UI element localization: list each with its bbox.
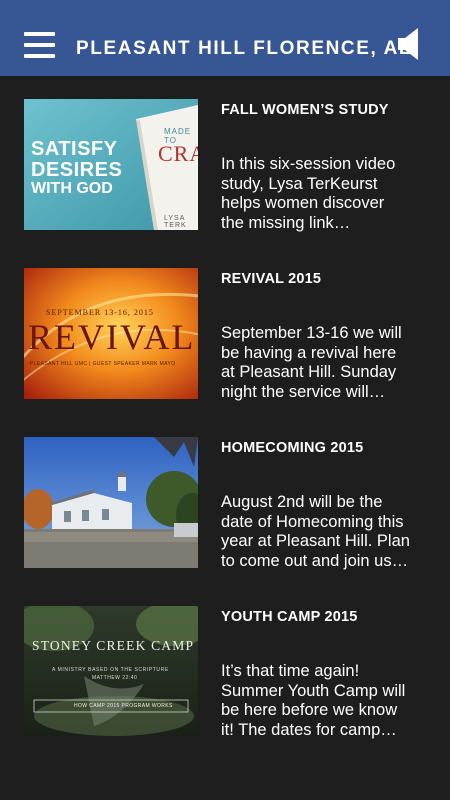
thumb-subtitle: A MINISTRY BASED ON THE SCRIPTURE — [52, 667, 169, 673]
page-title: PLEASANT HILL FLORENCE, AL — [76, 38, 413, 59]
thumb-heading: WITH GOD — [31, 180, 113, 197]
list-item[interactable]: STONEY CREEK CAMP A MINISTRY BASED ON TH… — [0, 606, 450, 756]
post-thumbnail: SEPTEMBER 13-16, 2015 REVIVAL PLEASANT H… — [24, 268, 198, 399]
post-excerpt: It’s that time again! Summer Youth Camp … — [221, 662, 406, 739]
thumb-heading: DESIRES — [31, 159, 123, 181]
post-title: REVIVAL 2015 — [221, 271, 322, 287]
post-thumbnail: STONEY CREEK CAMP A MINISTRY BASED ON TH… — [24, 606, 198, 737]
post-excerpt: In this six-session video study, Lysa Te… — [221, 155, 396, 232]
post-excerpt: September 13-16 we will be having a revi… — [221, 324, 402, 401]
post-list: SATISFY DESIRES WITH GOD MADE TO CRAV LY… — [0, 76, 450, 800]
list-item[interactable]: SEPTEMBER 13-16, 2015 REVIVAL PLEASANT H… — [0, 268, 450, 418]
thumb-subtitle: MATTHEW 22:40 — [92, 675, 138, 681]
book-label: LYSA TERK — [164, 215, 187, 229]
church-photo — [24, 437, 198, 568]
post-thumbnail — [24, 437, 198, 568]
list-item[interactable]: SATISFY DESIRES WITH GOD MADE TO CRAV LY… — [0, 99, 450, 249]
speaker-icon[interactable] — [398, 28, 422, 60]
post-thumbnail: SATISFY DESIRES WITH GOD MADE TO CRAV LY… — [24, 99, 198, 230]
thumb-subtitle: PLEASANT HILL UMC | GUEST SPEAKER MARK M… — [30, 361, 176, 367]
thumb-heading: SATISFY — [31, 138, 118, 160]
thumb-heading: REVIVAL — [28, 317, 196, 357]
post-title: FALL WOMEN’S STUDY — [221, 102, 389, 118]
post-title: HOMECOMING 2015 — [221, 440, 364, 456]
app-bar: PLEASANT HILL FLORENCE, AL — [0, 0, 450, 76]
book-label: CRAV — [158, 141, 198, 166]
post-excerpt: August 2nd will be the date of Homecomin… — [221, 493, 410, 570]
post-title: YOUTH CAMP 2015 — [221, 609, 358, 625]
list-item[interactable]: HOMECOMING 2015 August 2nd will be the d… — [0, 437, 450, 587]
thumb-button: HOW CAMP 2015 PROGRAM WORKS — [74, 703, 173, 709]
hamburger-menu-icon[interactable] — [24, 32, 55, 58]
thumb-heading: STONEY CREEK CAMP — [32, 638, 195, 653]
